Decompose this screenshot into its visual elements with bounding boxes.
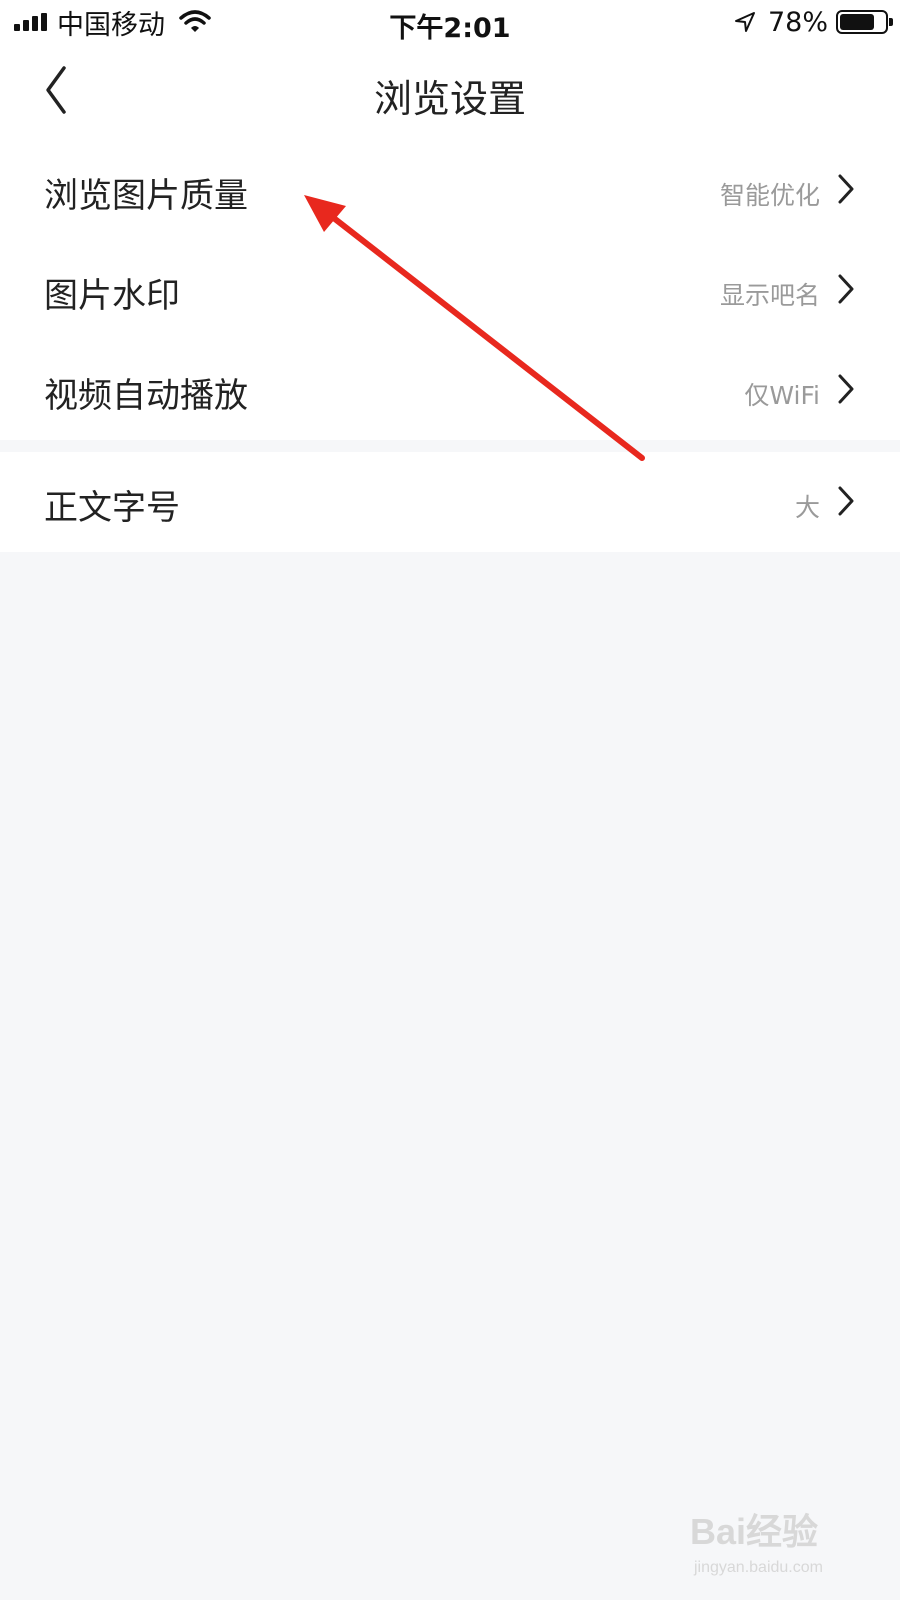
- setting-label: 图片水印: [44, 276, 180, 316]
- setting-row-image-quality[interactable]: 浏览图片质量 智能优化: [0, 140, 900, 240]
- setting-value: 显示吧名: [719, 281, 820, 310]
- page-title: 浏览设置: [373, 77, 526, 121]
- settings-group-text: 正文字号 大: [0, 452, 900, 552]
- chevron-right-icon: [838, 274, 854, 304]
- watermark-logo: Bai经验: [690, 1511, 818, 1552]
- battery-fill: [840, 14, 875, 30]
- setting-label: 浏览图片质量: [44, 176, 248, 216]
- battery-percent: 78%: [767, 6, 828, 38]
- watermark-url: jingyan.baidu.com: [693, 1559, 823, 1576]
- setting-row-image-watermark[interactable]: 图片水印 显示吧名: [0, 240, 900, 340]
- status-bar: 中国移动 下午2:01 78%: [0, 0, 900, 44]
- chevron-right-icon: [838, 486, 854, 516]
- baidu-jingyan-watermark: Bai经验 jingyan.baidu.com: [690, 1511, 823, 1576]
- setting-label: 正文字号: [44, 488, 180, 528]
- status-right: 78%: [734, 6, 893, 38]
- settings-group-browsing: 浏览图片质量 智能优化 图片水印 显示吧名 视频自动播放 仅WiFi: [0, 140, 900, 440]
- screen: 中国移动 下午2:01 78% 浏览设置 浏览图片质量 智能优化 图片水印 显示…: [0, 0, 900, 1600]
- setting-row-video-autoplay[interactable]: 视频自动播放 仅WiFi: [0, 340, 900, 440]
- location-icon: [734, 12, 755, 32]
- chevron-right-icon: [838, 374, 854, 404]
- setting-label: 视频自动播放: [44, 376, 248, 416]
- setting-value: 仅WiFi: [744, 381, 820, 410]
- setting-row-font-size[interactable]: 正文字号 大: [0, 452, 900, 552]
- chevron-right-icon: [838, 174, 854, 204]
- setting-value: 大: [794, 493, 820, 522]
- navigation-bar: 浏览设置: [0, 44, 900, 140]
- battery-cap: [889, 18, 893, 26]
- battery-icon: [836, 10, 893, 34]
- setting-value: 智能优化: [719, 181, 820, 210]
